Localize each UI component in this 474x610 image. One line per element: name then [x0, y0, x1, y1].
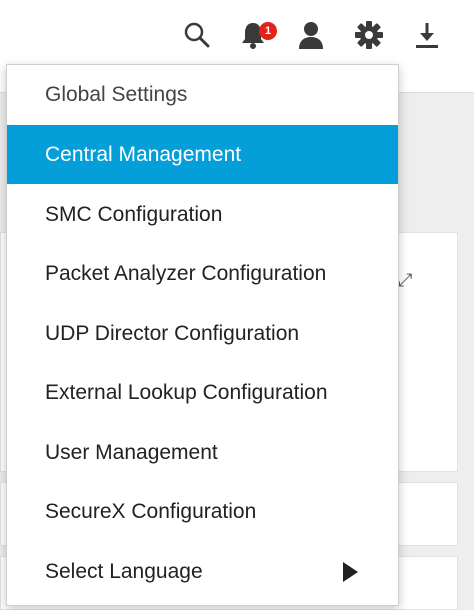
menu-item-udp-director-configuration[interactable]: UDP Director Configuration — [7, 304, 398, 363]
notification-badge: 1 — [259, 22, 277, 40]
user-icon[interactable] — [294, 18, 328, 52]
menu-item-smc-configuration[interactable]: SMC Configuration — [7, 185, 398, 244]
menu-item-label: User Management — [45, 440, 218, 464]
menu-item-user-management[interactable]: User Management — [7, 423, 398, 482]
menu-item-select-language[interactable]: Select Language — [7, 542, 398, 601]
menu-item-label: SecureX Configuration — [45, 499, 257, 523]
menu-item-securex-configuration[interactable]: SecureX Configuration — [7, 482, 398, 541]
menu-item-external-lookup-configuration[interactable]: External Lookup Configuration — [7, 363, 398, 422]
expand-icon[interactable]: ⤢ — [398, 270, 412, 291]
menu-item-label: Central Management — [45, 142, 242, 166]
menu-item-label: Packet Analyzer Configuration — [45, 261, 327, 285]
global-settings-menu: Global Settings Central Management SMC C… — [6, 64, 399, 606]
download-icon[interactable] — [410, 18, 444, 52]
menu-item-central-management[interactable]: Central Management — [7, 125, 398, 184]
search-icon[interactable] — [180, 18, 214, 52]
menu-item-packet-analyzer-configuration[interactable]: Packet Analyzer Configuration — [7, 244, 398, 303]
menu-item-label: External Lookup Configuration — [45, 380, 328, 404]
menu-item-label: Select Language — [45, 559, 203, 583]
submenu-arrow-icon — [343, 562, 358, 582]
menu-item-label: UDP Director Configuration — [45, 321, 300, 345]
menu-header-global-settings: Global Settings — [45, 82, 188, 106]
menu-item-label: SMC Configuration — [45, 202, 223, 226]
gear-icon[interactable] — [352, 18, 386, 52]
